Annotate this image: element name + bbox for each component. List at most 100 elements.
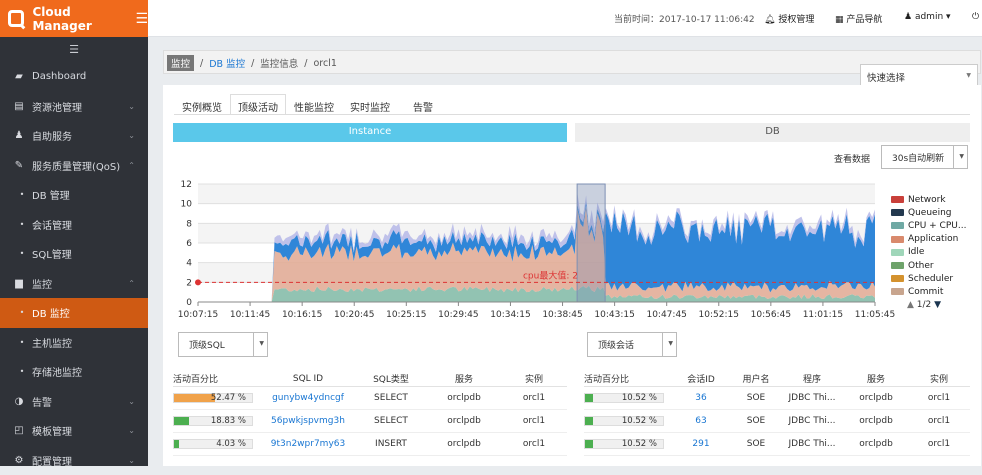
sidebar-item-6[interactable]: •SQL管理: [0, 239, 148, 269]
legend-item[interactable]: Commit: [891, 285, 966, 298]
column-header[interactable]: 程序: [780, 372, 844, 385]
tab-alerts[interactable]: 告警: [398, 94, 441, 115]
sidebar-collapse-icon[interactable]: ☰: [0, 37, 148, 62]
sidebar-item-5[interactable]: •会话管理: [0, 210, 148, 240]
segment-db[interactable]: DB: [575, 123, 970, 142]
sidebar-item-icon: ▤: [12, 101, 26, 112]
pager-down-icon[interactable]: ▼: [934, 300, 941, 310]
sidebar-item-11[interactable]: ◑告警⌄: [0, 387, 148, 417]
legend-item[interactable]: Idle: [891, 246, 966, 259]
column-header[interactable]: 活动百分比: [584, 372, 670, 385]
chevron-down-icon: ▼: [959, 153, 964, 160]
sidebar-caret-icon: ⌄: [128, 426, 135, 435]
segment-instance[interactable]: Instance: [173, 123, 567, 142]
table-header: 活动百分比SQL IDSQL类型服务实例: [173, 371, 567, 387]
user-menu[interactable]: ♟ admin ▾: [904, 12, 951, 22]
cell-service: orclpdb: [844, 393, 908, 403]
cell-id[interactable]: 63: [670, 416, 732, 426]
column-header[interactable]: SQL类型: [355, 372, 427, 385]
sidebar-item-0[interactable]: ▰Dashboard: [0, 62, 148, 92]
sidebar-item-3[interactable]: ✎服务质量管理(QoS)⌃: [0, 151, 148, 181]
column-header[interactable]: 实例: [501, 372, 567, 385]
activity-percent-bar: 18.83 %: [173, 416, 253, 426]
power-icon[interactable]: ⏻: [972, 12, 979, 22]
cell-service: orclpdb: [844, 416, 908, 426]
column-header[interactable]: SQL ID: [261, 374, 355, 384]
tab-realtime[interactable]: 实时监控: [342, 94, 398, 115]
legend-pager[interactable]: ▲ 1/2 ▼: [907, 300, 941, 310]
legend-item[interactable]: Network: [891, 193, 966, 206]
auth-management-link[interactable]: 🔔︎ 授权管理: [764, 12, 814, 25]
breadcrumb-db-monitor[interactable]: DB 监控: [209, 56, 245, 70]
breadcrumb-sep: /: [200, 58, 203, 69]
column-header[interactable]: 活动百分比: [173, 372, 261, 385]
y-tick-label: 2: [186, 278, 192, 288]
cell-id[interactable]: 9t3n2wpr7my63: [261, 439, 355, 449]
breadcrumb-current: orcl1: [314, 58, 337, 69]
legend-item[interactable]: Queueing: [891, 206, 966, 219]
top-sql-select[interactable]: 顶级SQL▼: [178, 332, 268, 357]
column-header[interactable]: 服务: [427, 372, 501, 385]
user-icon: ♟: [904, 12, 912, 22]
table-row[interactable]: 4.03 %9t3n2wpr7my63INSERTorclpdborcl1: [173, 433, 567, 456]
column-header[interactable]: 服务: [844, 372, 908, 385]
cell-id[interactable]: gunybw4ydncgf: [261, 393, 355, 403]
table-row[interactable]: 18.83 %56pwkjspvmg3hSELECTorclpdborcl1: [173, 410, 567, 433]
column-header[interactable]: 会话ID: [670, 372, 732, 385]
breadcrumb-root[interactable]: 监控: [167, 55, 194, 71]
legend-item[interactable]: Application: [891, 233, 966, 246]
grid-band: [198, 184, 875, 204]
refresh-select[interactable]: 30s自动刷新▼: [881, 145, 968, 169]
table-row[interactable]: 10.52 %36SOEJDBC Thi...orclpdborcl1: [584, 387, 970, 410]
column-header[interactable]: 用户名: [732, 372, 780, 385]
sidebar-item-4[interactable]: •DB 管理: [0, 180, 148, 210]
cell-service: orclpdb: [427, 393, 501, 403]
pager-up-icon[interactable]: ▲: [907, 300, 914, 310]
sidebar-item-13[interactable]: ⚙配置管理⌄: [0, 446, 148, 475]
view-data-label: 查看数据: [834, 152, 870, 165]
tab-top-activity[interactable]: 顶级活动: [230, 94, 286, 115]
table-row[interactable]: 52.47 %gunybw4ydncgfSELECTorclpdborcl1: [173, 387, 567, 410]
top-session-table: 活动百分比会话ID用户名程序服务实例 10.52 %36SOEJDBC Thi..…: [584, 371, 970, 456]
table-row[interactable]: 10.52 %291SOEJDBC Thi...orclpdborcl1: [584, 433, 970, 456]
activity-percent: 10.52 %: [622, 416, 657, 426]
y-tick-label: 6: [186, 239, 192, 249]
sidebar-item-12[interactable]: ◰模板管理⌄: [0, 416, 148, 446]
sidebar-item-label: 会话管理: [32, 217, 72, 232]
activity-bar-fill: [585, 440, 593, 448]
activity-cell: 10.52 %: [584, 393, 670, 403]
sidebar-item-icon: •: [18, 367, 26, 376]
sidebar-item-9[interactable]: •主机监控: [0, 328, 148, 358]
x-tick-label: 10:07:15: [178, 310, 218, 320]
top-session-select[interactable]: 顶级会话▼: [587, 332, 677, 357]
sidebar-item-7[interactable]: ▆监控⌃: [0, 269, 148, 299]
sidebar-item-10[interactable]: •存储池监控: [0, 357, 148, 387]
sidebar-item-2[interactable]: ♟自助服务⌄: [0, 121, 148, 151]
tab-bar: 实例概览 顶级活动 性能监控 实时监控 告警: [174, 94, 441, 115]
sidebar-item-1[interactable]: ▤资源池管理⌄: [0, 92, 148, 122]
activity-cell: 10.52 %: [584, 416, 670, 426]
legend-label: Network: [908, 195, 946, 205]
legend-item[interactable]: CPU + CPU...: [891, 219, 966, 232]
sidebar-item-label: 告警: [32, 394, 52, 409]
x-tick-label: 10:16:15: [282, 310, 322, 320]
sidebar-item-8[interactable]: •DB 监控: [0, 298, 148, 328]
column-header[interactable]: 实例: [908, 372, 970, 385]
bell-icon: 🔔︎: [764, 15, 775, 25]
cell-id[interactable]: 291: [670, 439, 732, 449]
cell-inst: orcl1: [908, 439, 970, 449]
table-row[interactable]: 10.52 %63SOEJDBC Thi...orclpdborcl1: [584, 410, 970, 433]
user-name: admin: [915, 12, 943, 22]
top-sql-value: 顶级SQL: [189, 341, 225, 351]
sidebar-item-icon: •: [18, 338, 26, 347]
hamburger-menu-icon[interactable]: ☰: [135, 11, 148, 27]
cell-id[interactable]: 36: [670, 393, 732, 403]
legend-item[interactable]: Other: [891, 259, 966, 272]
cell-id[interactable]: 56pwkjspvmg3h: [261, 416, 355, 426]
legend-item[interactable]: Scheduler: [891, 272, 966, 285]
tab-performance[interactable]: 性能监控: [286, 94, 342, 115]
cell-user: SOE: [732, 439, 780, 449]
product-nav-link[interactable]: ▦ 产品导航: [835, 12, 882, 25]
x-tick-label: 11:05:45: [855, 310, 895, 320]
tab-instance-overview[interactable]: 实例概览: [174, 94, 230, 115]
